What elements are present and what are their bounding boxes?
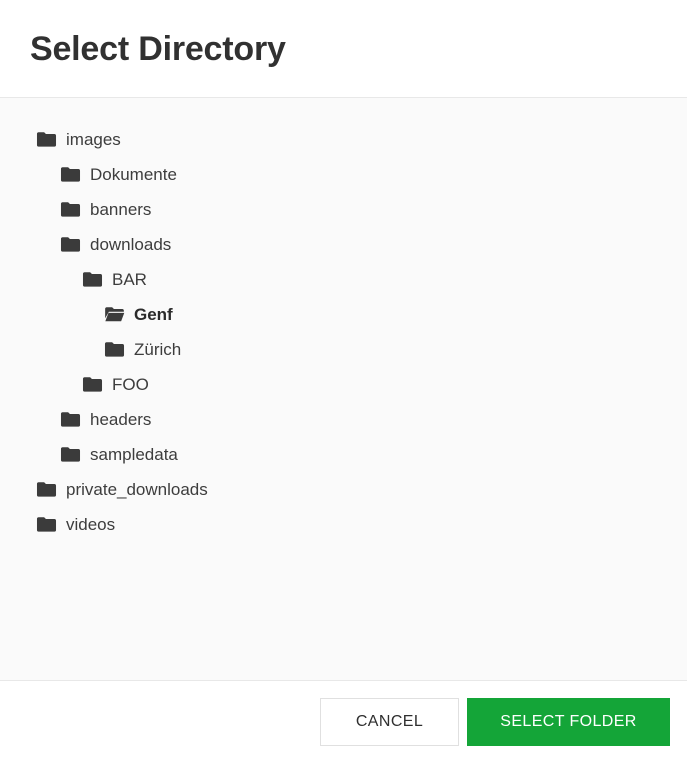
folder-icon	[104, 341, 125, 358]
tree-item[interactable]: headers	[0, 402, 687, 437]
tree-item-label: Genf	[134, 305, 173, 324]
folder-icon	[60, 166, 81, 183]
tree-item[interactable]: Zürich	[0, 332, 687, 367]
folder-open-icon	[104, 306, 125, 323]
tree-item[interactable]: videos	[0, 507, 687, 542]
tree-item-label: Dokumente	[90, 165, 177, 184]
folder-icon	[60, 201, 81, 218]
dialog-footer: CANCEL SELECT FOLDER	[0, 681, 687, 763]
select-folder-button[interactable]: SELECT FOLDER	[467, 698, 670, 746]
tree-item-label: sampledata	[90, 445, 178, 464]
tree-item[interactable]: BAR	[0, 262, 687, 297]
tree-item-label: images	[66, 130, 121, 149]
folder-icon	[36, 131, 57, 148]
tree-item-label: banners	[90, 200, 152, 219]
tree-item-label: downloads	[90, 235, 172, 254]
dialog-header: Select Directory	[0, 0, 687, 98]
tree-item-label: FOO	[112, 375, 149, 394]
directory-tree: images Dokumente banners downloads BAR Genf Zü…	[0, 122, 687, 542]
tree-item[interactable]: Genf	[0, 297, 687, 332]
tree-item-label: headers	[90, 410, 152, 429]
folder-icon	[82, 376, 103, 393]
folder-icon	[60, 446, 81, 463]
tree-item[interactable]: images	[0, 122, 687, 157]
folder-icon	[36, 481, 57, 498]
tree-item[interactable]: Dokumente	[0, 157, 687, 192]
tree-item[interactable]: banners	[0, 192, 687, 227]
folder-icon	[60, 411, 81, 428]
page-title: Select Directory	[30, 29, 286, 68]
select-directory-dialog: Select Directory images Dokumente banners d…	[0, 0, 687, 763]
directory-tree-panel[interactable]: images Dokumente banners downloads BAR Genf Zü…	[0, 98, 687, 681]
tree-item[interactable]: downloads	[0, 227, 687, 262]
tree-item-label: private_downloads	[66, 480, 208, 499]
folder-icon	[82, 271, 103, 288]
tree-item-label: Zürich	[134, 340, 182, 359]
tree-item-label: BAR	[112, 270, 147, 289]
cancel-button[interactable]: CANCEL	[320, 698, 459, 746]
folder-icon	[36, 516, 57, 533]
folder-icon	[60, 236, 81, 253]
tree-item[interactable]: FOO	[0, 367, 687, 402]
tree-item[interactable]: private_downloads	[0, 472, 687, 507]
tree-item[interactable]: sampledata	[0, 437, 687, 472]
tree-item-label: videos	[66, 515, 116, 534]
